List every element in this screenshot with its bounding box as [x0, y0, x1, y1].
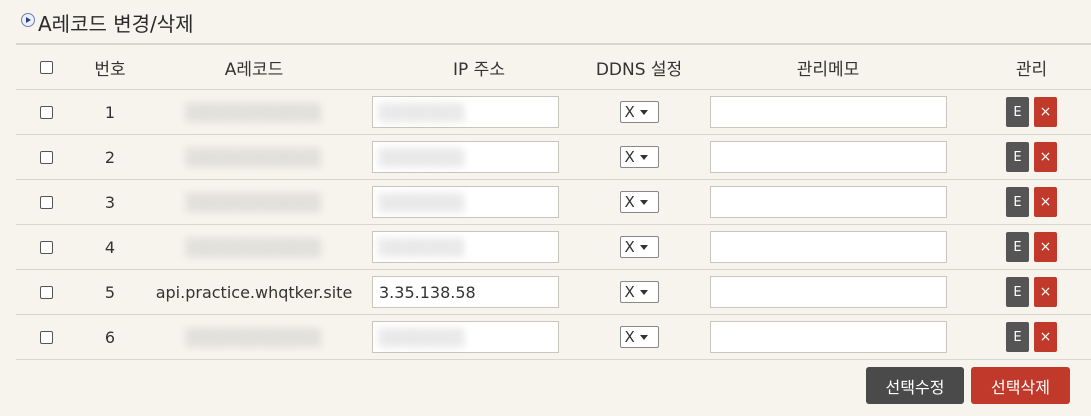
close-icon: × — [1039, 194, 1052, 210]
play-circle-icon — [21, 12, 35, 27]
edit-button[interactable]: E — [1006, 97, 1029, 127]
chevron-down-icon — [639, 199, 648, 205]
edit-button[interactable]: E — [1006, 142, 1029, 172]
section-title: A레코드 변경/삭제 — [21, 8, 194, 37]
ip-input[interactable]: ░░░░░░░ — [372, 141, 559, 173]
delete-button[interactable]: × — [1034, 277, 1057, 307]
edit-button[interactable]: E — [1006, 277, 1029, 307]
redacted-record: ░░░░░░░░░░░ — [186, 102, 322, 122]
row-number: 5 — [104, 282, 116, 302]
ip-input[interactable]: 3.35.138.58 — [372, 276, 559, 308]
header-manage: 관리 — [1015, 59, 1048, 80]
memo-input[interactable] — [709, 276, 947, 308]
redacted-record: ░░░░░░░░░░░ — [186, 237, 322, 257]
row-checkbox[interactable] — [39, 330, 53, 344]
edit-button[interactable]: E — [1006, 322, 1029, 352]
table-header: 번호 A레코드 IP 주소 DDNS 설정 관리메모 관리 — [16, 45, 1091, 90]
close-icon: × — [1039, 284, 1052, 300]
delete-button[interactable]: × — [1034, 142, 1057, 172]
ddns-select[interactable]: X — [619, 326, 659, 348]
chevron-down-icon — [639, 289, 648, 295]
ddns-value: X — [624, 148, 635, 166]
row-checkbox[interactable] — [39, 150, 53, 164]
edit-selected-button[interactable]: 선택수정 — [866, 367, 964, 404]
row-checkbox[interactable] — [39, 285, 53, 299]
delete-button[interactable]: × — [1034, 322, 1057, 352]
delete-selected-button[interactable]: 선택삭제 — [971, 367, 1070, 404]
header-number: 번호 — [94, 59, 126, 80]
row-number: 2 — [104, 147, 116, 167]
row-number: 4 — [104, 237, 116, 257]
ddns-select[interactable]: X — [619, 101, 659, 123]
ddns-select[interactable]: X — [619, 191, 659, 213]
table-row: 2 ░░░░░░░░░░░ ░░░░░░░ X E × — [16, 135, 1091, 180]
row-number: 6 — [104, 327, 116, 347]
header-memo: 관리메모 — [796, 59, 860, 80]
ddns-select[interactable]: X — [619, 146, 659, 168]
row-record: api.practice.whqtker.site — [155, 282, 353, 302]
delete-button[interactable]: × — [1034, 232, 1057, 262]
ip-value: 3.35.138.58 — [379, 282, 476, 302]
close-icon: × — [1039, 149, 1052, 165]
ip-input[interactable]: ░░░░░░░ — [372, 96, 559, 128]
close-icon: × — [1039, 329, 1052, 345]
ddns-value: X — [624, 283, 635, 301]
table-row: 3 ░░░░░░░░░░░ ░░░░░░░ X E × — [16, 180, 1091, 225]
memo-input[interactable] — [709, 141, 947, 173]
ddns-value: X — [624, 238, 635, 256]
chevron-down-icon — [639, 334, 648, 340]
delete-button[interactable]: × — [1034, 187, 1057, 217]
row-checkbox[interactable] — [39, 195, 53, 209]
redacted-record: ░░░░░░░░░░░ — [186, 327, 322, 347]
edit-button[interactable]: E — [1006, 187, 1029, 217]
ip-input[interactable]: ░░░░░░░ — [372, 186, 559, 218]
redacted-record: ░░░░░░░░░░░ — [186, 192, 322, 212]
table-row: 5 api.practice.whqtker.site 3.35.138.58 … — [16, 270, 1091, 315]
ddns-select[interactable]: X — [619, 281, 659, 303]
row-number: 3 — [104, 192, 116, 212]
chevron-down-icon — [639, 244, 648, 250]
header-record: A레코드 — [224, 59, 284, 80]
a-record-table: 번호 A레코드 IP 주소 DDNS 설정 관리메모 관리 1 ░░░░░░░░… — [16, 43, 1091, 360]
close-icon: × — [1039, 239, 1052, 255]
ip-input[interactable]: ░░░░░░░ — [372, 321, 559, 353]
chevron-down-icon — [639, 154, 648, 160]
memo-input[interactable] — [709, 96, 947, 128]
edit-button[interactable]: E — [1006, 232, 1029, 262]
ddns-select[interactable]: X — [619, 236, 659, 258]
memo-input[interactable] — [709, 186, 947, 218]
ddns-value: X — [624, 193, 635, 211]
table-row: 6 ░░░░░░░░░░░ ░░░░░░░ X E × — [16, 315, 1091, 360]
row-checkbox[interactable] — [39, 240, 53, 254]
redacted-ip: ░░░░░░░ — [379, 102, 466, 122]
redacted-record: ░░░░░░░░░░░ — [186, 147, 322, 167]
header-ddns: DDNS 설정 — [595, 59, 683, 80]
memo-input[interactable] — [709, 231, 947, 263]
ddns-value: X — [624, 103, 635, 121]
memo-input[interactable] — [709, 321, 947, 353]
select-all-checkbox[interactable] — [39, 60, 53, 74]
redacted-ip: ░░░░░░░ — [379, 192, 466, 212]
close-icon: × — [1039, 104, 1052, 120]
section-title-text: A레코드 변경/삭제 — [38, 12, 194, 36]
chevron-down-icon — [639, 109, 648, 115]
table-row: 1 ░░░░░░░░░░░ ░░░░░░░ X E × — [16, 90, 1091, 135]
table-row: 4 ░░░░░░░░░░░ ░░░░░░░ X E × — [16, 225, 1091, 270]
row-checkbox[interactable] — [39, 105, 53, 119]
header-ip: IP 주소 — [453, 59, 505, 80]
row-number: 1 — [104, 102, 116, 122]
ddns-value: X — [624, 328, 635, 346]
redacted-ip: ░░░░░░░ — [379, 327, 466, 347]
redacted-ip: ░░░░░░░ — [379, 237, 466, 257]
delete-button[interactable]: × — [1034, 97, 1057, 127]
redacted-ip: ░░░░░░░ — [379, 147, 466, 167]
ip-input[interactable]: ░░░░░░░ — [372, 231, 559, 263]
